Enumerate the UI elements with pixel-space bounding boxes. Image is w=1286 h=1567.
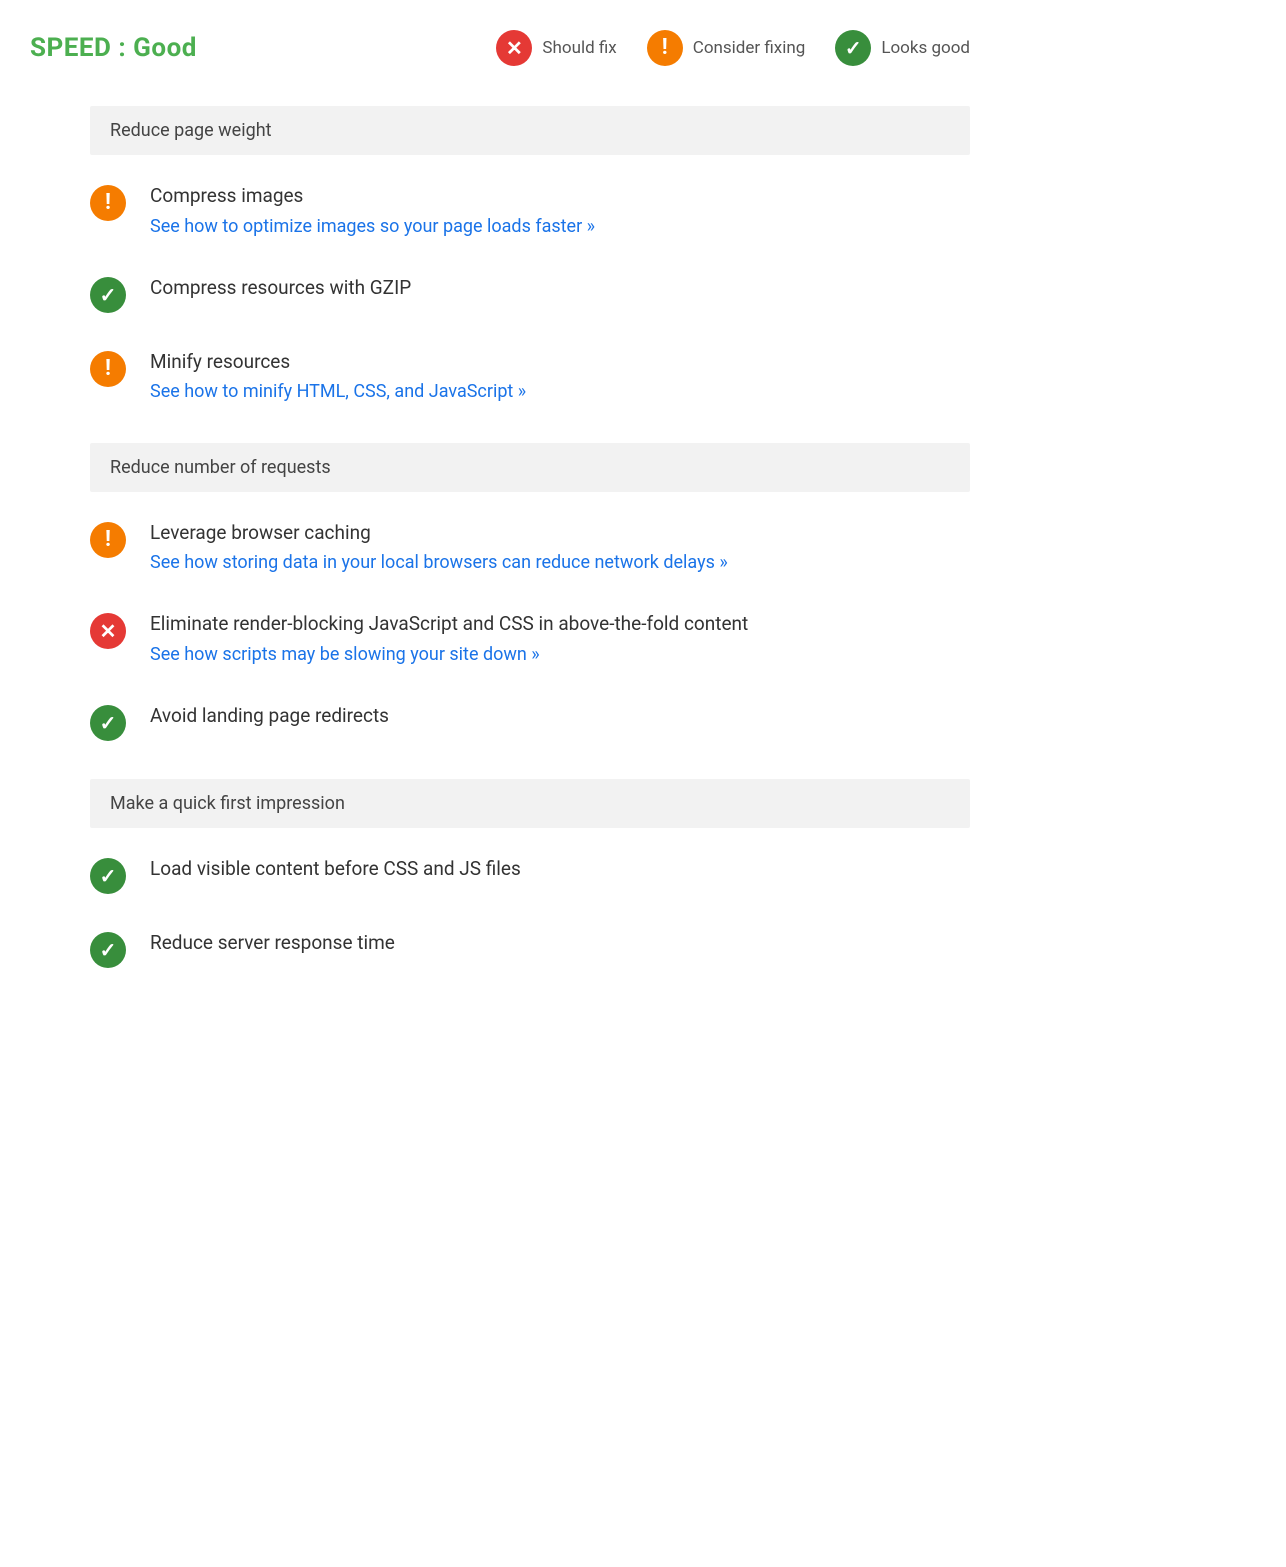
should-fix-icon: ✕: [496, 30, 532, 66]
load-visible-content: Load visible content before CSS and JS f…: [150, 856, 970, 887]
consider-fixing-icon: !: [647, 30, 683, 66]
compress-images-link[interactable]: See how to optimize images so your page …: [150, 216, 595, 237]
browser-caching-icon: !: [90, 522, 126, 558]
looks-good-label: Looks good: [881, 38, 970, 58]
legend-item-should-fix: ✕ Should fix: [496, 30, 616, 66]
speed-label: SPEED :: [30, 33, 133, 63]
browser-caching-link[interactable]: See how storing data in your local brows…: [150, 552, 728, 573]
compress-images-content: Compress images See how to optimize imag…: [150, 183, 970, 239]
looks-good-icon: ✓: [835, 30, 871, 66]
list-item-render-blocking: ✕ Eliminate render-blocking JavaScript a…: [90, 593, 970, 685]
minify-resources-link[interactable]: See how to minify HTML, CSS, and JavaScr…: [150, 381, 526, 402]
landing-redirects-content: Avoid landing page redirects: [150, 703, 970, 734]
speed-title: SPEED : Good: [30, 33, 197, 63]
speed-value: Good: [133, 33, 197, 63]
browser-caching-status-icon: !: [90, 522, 126, 558]
load-visible-icon: ✓: [90, 858, 126, 894]
should-fix-label: Should fix: [542, 38, 616, 58]
landing-redirects-status-icon: ✓: [90, 705, 126, 741]
section-first-impression: Make a quick first impression: [90, 779, 970, 828]
browser-caching-title: Leverage browser caching: [150, 520, 970, 547]
compress-gzip-status-icon: ✓: [90, 277, 126, 313]
list-item-load-visible-content: ✓ Load visible content before CSS and JS…: [90, 838, 970, 912]
main-content: Reduce page weight ! Compress images See…: [30, 106, 970, 986]
list-item-compress-images: ! Compress images See how to optimize im…: [90, 165, 970, 257]
minify-resources-title: Minify resources: [150, 349, 970, 376]
load-visible-title: Load visible content before CSS and JS f…: [150, 856, 970, 883]
minify-resources-content: Minify resources See how to minify HTML,…: [150, 349, 970, 405]
compress-gzip-icon: ✓: [90, 277, 126, 313]
list-item-compress-gzip: ✓ Compress resources with GZIP: [90, 257, 970, 331]
section-2-items: ✓ Load visible content before CSS and JS…: [90, 838, 970, 986]
compress-gzip-content: Compress resources with GZIP: [150, 275, 970, 306]
render-blocking-content: Eliminate render-blocking JavaScript and…: [150, 611, 970, 667]
section-0-items: ! Compress images See how to optimize im…: [90, 165, 970, 423]
compress-images-title: Compress images: [150, 183, 970, 210]
list-item-server-response: ✓ Reduce server response time: [90, 912, 970, 986]
page-header: SPEED : Good ✕ Should fix ! Consider fix…: [30, 20, 970, 76]
landing-redirects-icon: ✓: [90, 705, 126, 741]
render-blocking-title: Eliminate render-blocking JavaScript and…: [150, 611, 970, 638]
server-response-icon: ✓: [90, 932, 126, 968]
server-response-content: Reduce server response time: [150, 930, 970, 961]
section-reduce-requests: Reduce number of requests: [90, 443, 970, 492]
list-item-minify-resources: ! Minify resources See how to minify HTM…: [90, 331, 970, 423]
server-response-title: Reduce server response time: [150, 930, 970, 957]
minify-resources-status-icon: !: [90, 351, 126, 387]
legend: ✕ Should fix ! Consider fixing ✓ Looks g…: [496, 30, 970, 66]
compress-gzip-title: Compress resources with GZIP: [150, 275, 970, 302]
landing-redirects-title: Avoid landing page redirects: [150, 703, 970, 730]
compress-images-status-icon: !: [90, 185, 126, 221]
browser-caching-content: Leverage browser caching See how storing…: [150, 520, 970, 576]
server-response-status-icon: ✓: [90, 932, 126, 968]
render-blocking-status-icon: ✕: [90, 613, 126, 649]
section-reduce-page-weight: Reduce page weight: [90, 106, 970, 155]
list-item-landing-redirects: ✓ Avoid landing page redirects: [90, 685, 970, 759]
render-blocking-icon: ✕: [90, 613, 126, 649]
load-visible-status-icon: ✓: [90, 858, 126, 894]
compress-images-icon: !: [90, 185, 126, 221]
consider-fixing-label: Consider fixing: [693, 38, 806, 58]
section-1-items: ! Leverage browser caching See how stori…: [90, 502, 970, 760]
minify-resources-icon: !: [90, 351, 126, 387]
list-item-browser-caching: ! Leverage browser caching See how stori…: [90, 502, 970, 594]
legend-item-consider-fixing: ! Consider fixing: [647, 30, 806, 66]
legend-item-looks-good: ✓ Looks good: [835, 30, 970, 66]
render-blocking-link[interactable]: See how scripts may be slowing your site…: [150, 644, 540, 665]
